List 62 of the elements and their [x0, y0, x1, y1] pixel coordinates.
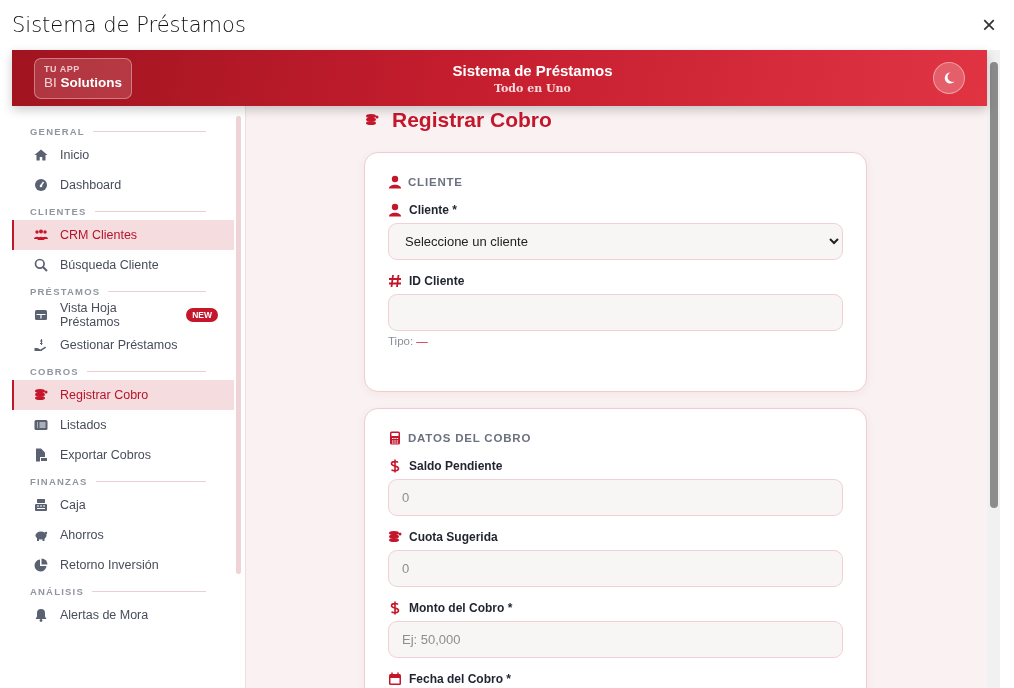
card-title: DATOS DEL COBRO	[408, 432, 532, 444]
page-title: Registrar Cobro	[392, 108, 552, 132]
search-icon	[34, 258, 48, 272]
card-title: CLIENTE	[408, 176, 463, 188]
sidebar-item[interactable]: Dashboard	[12, 170, 234, 200]
calculator-icon	[388, 431, 402, 445]
sidebar-item[interactable]: Registrar Cobro	[12, 380, 234, 410]
close-button[interactable]: ×	[978, 11, 1000, 39]
window-title: Sistema de Préstamos	[12, 13, 246, 37]
moon-icon	[942, 71, 956, 85]
input-field[interactable]: 0	[388, 479, 843, 516]
sidebar-item[interactable]: Alertas de Mora	[12, 600, 234, 630]
input-field[interactable]	[388, 294, 843, 331]
hash-icon	[388, 274, 402, 288]
user-icon	[388, 203, 402, 217]
client-select[interactable]: Seleccione un cliente	[388, 223, 843, 260]
sidebar-item[interactable]: Búsqueda Cliente	[12, 250, 234, 280]
section-heading: FINANZAS	[30, 476, 88, 487]
gauge-icon	[34, 178, 48, 192]
coins-icon	[34, 388, 48, 402]
pie-chart-icon	[34, 558, 48, 572]
list-icon	[34, 418, 48, 432]
sidebar-item[interactable]: Retorno Inversión	[12, 550, 234, 580]
theme-toggle-button[interactable]	[933, 62, 965, 94]
sidebar-item[interactable]: Listados	[12, 410, 234, 440]
logo-caption: TU APP	[44, 63, 81, 74]
dollar-icon	[388, 459, 402, 473]
client-type-text: Tipo: —	[388, 335, 429, 347]
sidebar-item[interactable]: CRM Clientes	[12, 220, 234, 250]
section-heading: COBROS	[30, 366, 79, 377]
coins-icon	[388, 530, 402, 544]
app-title: Sistema de Préstamos	[452, 61, 613, 79]
table-icon	[34, 308, 48, 322]
user-icon	[388, 175, 402, 189]
section-heading: ANÁLISIS	[30, 586, 84, 597]
sidebar-item[interactable]: Caja	[12, 490, 234, 520]
field-label: Monto del Cobro *	[409, 601, 513, 615]
new-badge: NEW	[186, 308, 218, 322]
section-heading: GENERAL	[30, 126, 85, 137]
users-icon	[34, 228, 48, 242]
sidebar-item[interactable]: Inicio	[12, 140, 234, 170]
field-label: Cuota Sugerida	[409, 530, 498, 544]
input-field[interactable]: Ej: 50,000	[388, 621, 843, 658]
cash-register-icon	[34, 498, 48, 512]
sidebar-item[interactable]: Gestionar Préstamos	[12, 330, 234, 360]
logo-text: BI Solutions	[44, 73, 123, 92]
home-icon	[34, 148, 48, 162]
section-heading: PRÉSTAMOS	[30, 286, 101, 297]
field-label: Saldo Pendiente	[409, 459, 503, 473]
sidebar-item[interactable]: Vista Hoja Préstamos NEW	[12, 300, 234, 330]
section-heading: CLIENTES	[30, 206, 87, 217]
bell-icon	[34, 608, 48, 622]
page-scrollbar[interactable]	[987, 50, 1000, 688]
app-subtitle: Todo en Uno	[494, 81, 571, 95]
file-icon	[34, 448, 48, 462]
sidebar-item[interactable]: Exportar Cobros	[12, 440, 234, 470]
sidebar-item[interactable]: Ahorros	[12, 520, 234, 550]
field-label: Fecha del Cobro *	[409, 672, 512, 686]
input-field[interactable]: 0	[388, 550, 843, 587]
field-label: ID Cliente	[409, 274, 465, 288]
field-label: Cliente *	[409, 203, 457, 217]
dollar-icon	[388, 601, 402, 615]
